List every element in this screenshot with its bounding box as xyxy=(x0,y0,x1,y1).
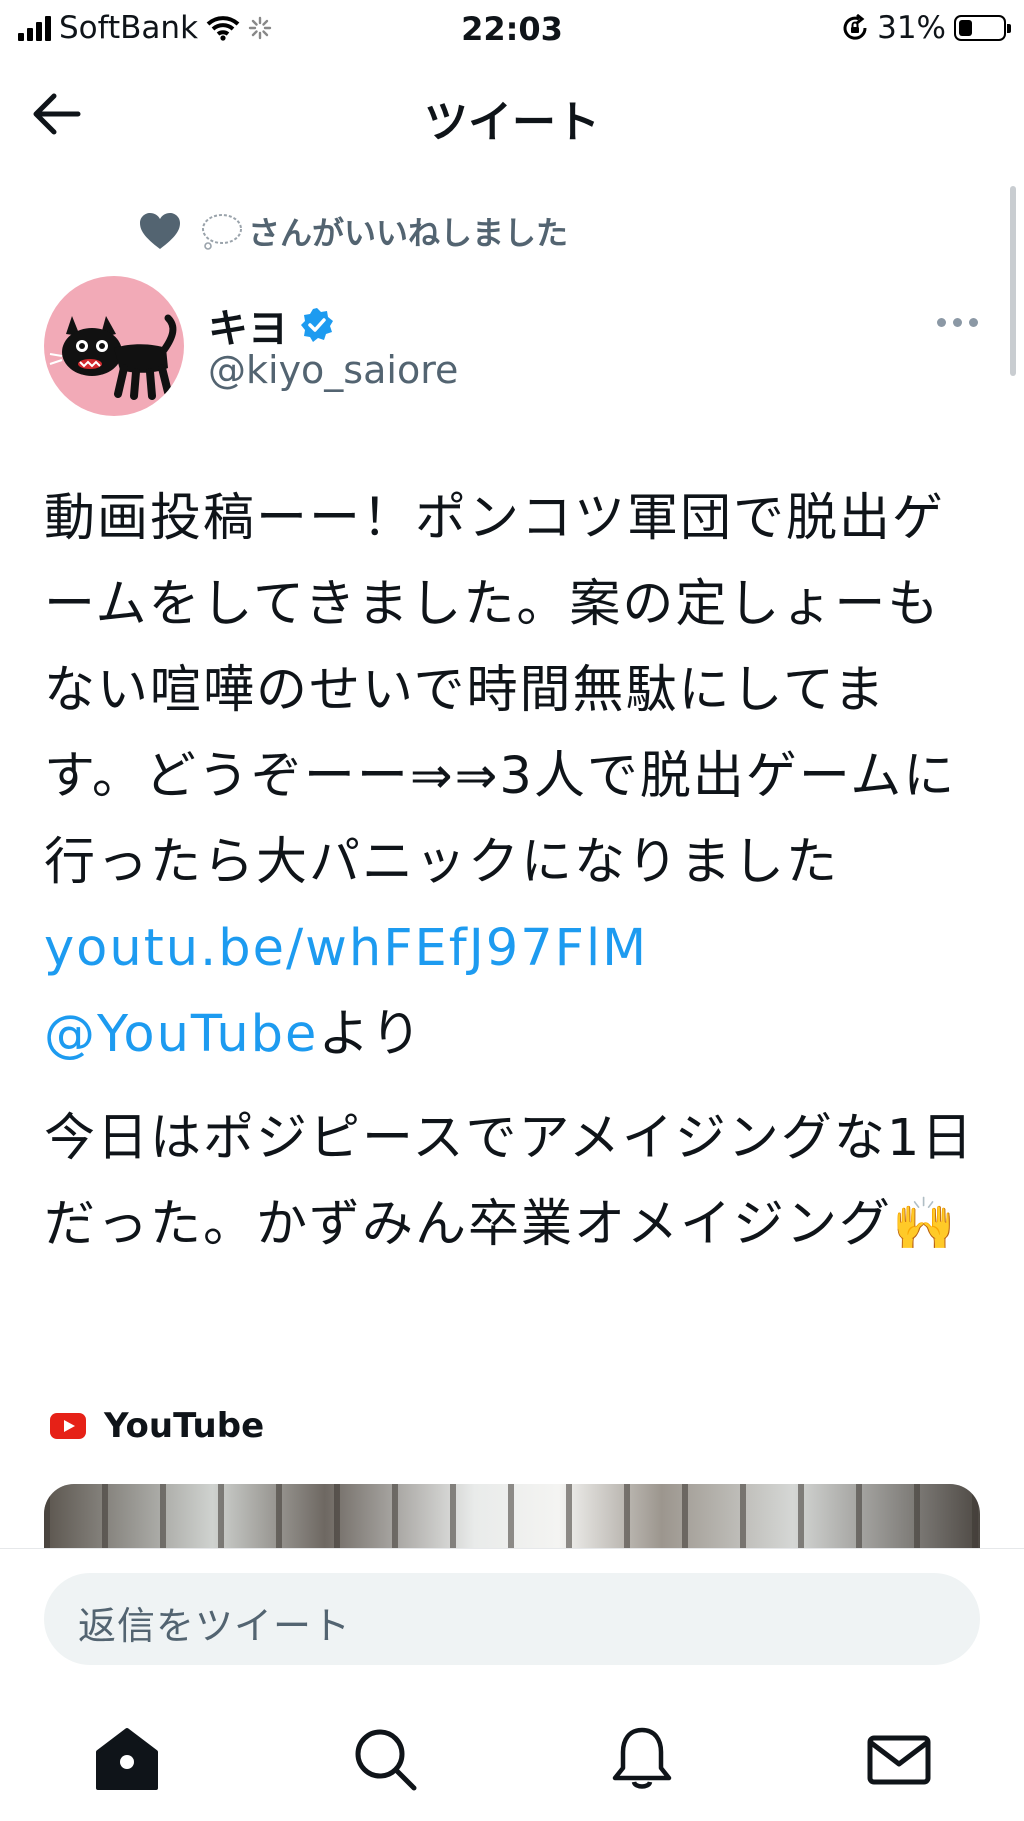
video-link[interactable]: youtu.be/whFEfJ97FlM xyxy=(44,919,648,978)
tweet-text: 動画投稿ーー！ポンコツ軍団で脱出ゲームをしてきました。案の定しょーもない喧嘩のせ… xyxy=(44,476,984,1268)
tweet-paragraph-2: 今日はポジピースでアメイジングな1日だった。かずみん卒業オメイジング🙌 xyxy=(44,1096,984,1268)
tweet-text-part2: 今日はポジピースでアメイジングな1日だった。かずみん卒業オメイジング xyxy=(44,1109,975,1254)
more-options-icon[interactable] xyxy=(937,318,978,327)
heart-icon xyxy=(140,213,180,249)
tab-bar xyxy=(0,1680,1024,1821)
cat-illustration xyxy=(49,314,177,400)
card-source[interactable]: YouTube xyxy=(50,1406,264,1446)
battery-percent: 31% xyxy=(877,10,946,46)
avatar[interactable] xyxy=(44,276,184,416)
bell-icon[interactable] xyxy=(607,1724,677,1794)
reply-bar: 返信をツイート xyxy=(0,1548,1024,1669)
mail-icon[interactable] xyxy=(864,1724,934,1794)
tweet-paragraph-1: 動画投稿ーー！ポンコツ軍団で脱出ゲームをしてきました。案の定しょーもない喧嘩のせ… xyxy=(44,476,984,1078)
verified-badge-icon xyxy=(301,308,333,342)
social-context-label: さんがいいねしました xyxy=(248,214,569,252)
scrollbar[interactable] xyxy=(1010,186,1016,376)
tweet-text-part1: 動画投稿ーー！ポンコツ軍団で脱出ゲームをしてきました。案の定しょーもない喧嘩のせ… xyxy=(44,489,957,892)
raised-hands-emoji: 🙌 xyxy=(892,1195,958,1254)
mention-suffix: より xyxy=(318,1005,424,1064)
reply-placeholder: 返信をツイート xyxy=(78,1604,352,1648)
social-context[interactable]: さんがいいねしました xyxy=(138,208,568,254)
author-name: キヨ xyxy=(208,306,288,352)
rotation-lock-icon xyxy=(843,14,867,40)
status-bar: SoftBank 22:03 31% xyxy=(0,0,1024,58)
battery-icon xyxy=(954,15,1011,41)
reply-input[interactable]: 返信をツイート xyxy=(44,1573,980,1665)
mention-link[interactable]: @YouTube xyxy=(44,1005,318,1064)
author-handle[interactable]: @kiyo_saiore xyxy=(208,348,458,392)
author-name-row[interactable]: キヨ xyxy=(208,296,336,354)
page-title: ツイート xyxy=(424,97,600,148)
status-right: 31% xyxy=(841,10,1011,46)
home-icon[interactable] xyxy=(92,1724,162,1794)
speech-bubble-icon xyxy=(202,214,242,250)
card-source-label: YouTube xyxy=(104,1406,265,1446)
header: ツイート xyxy=(0,62,1024,166)
search-icon[interactable] xyxy=(350,1724,420,1794)
youtube-logo-icon xyxy=(50,1413,86,1439)
